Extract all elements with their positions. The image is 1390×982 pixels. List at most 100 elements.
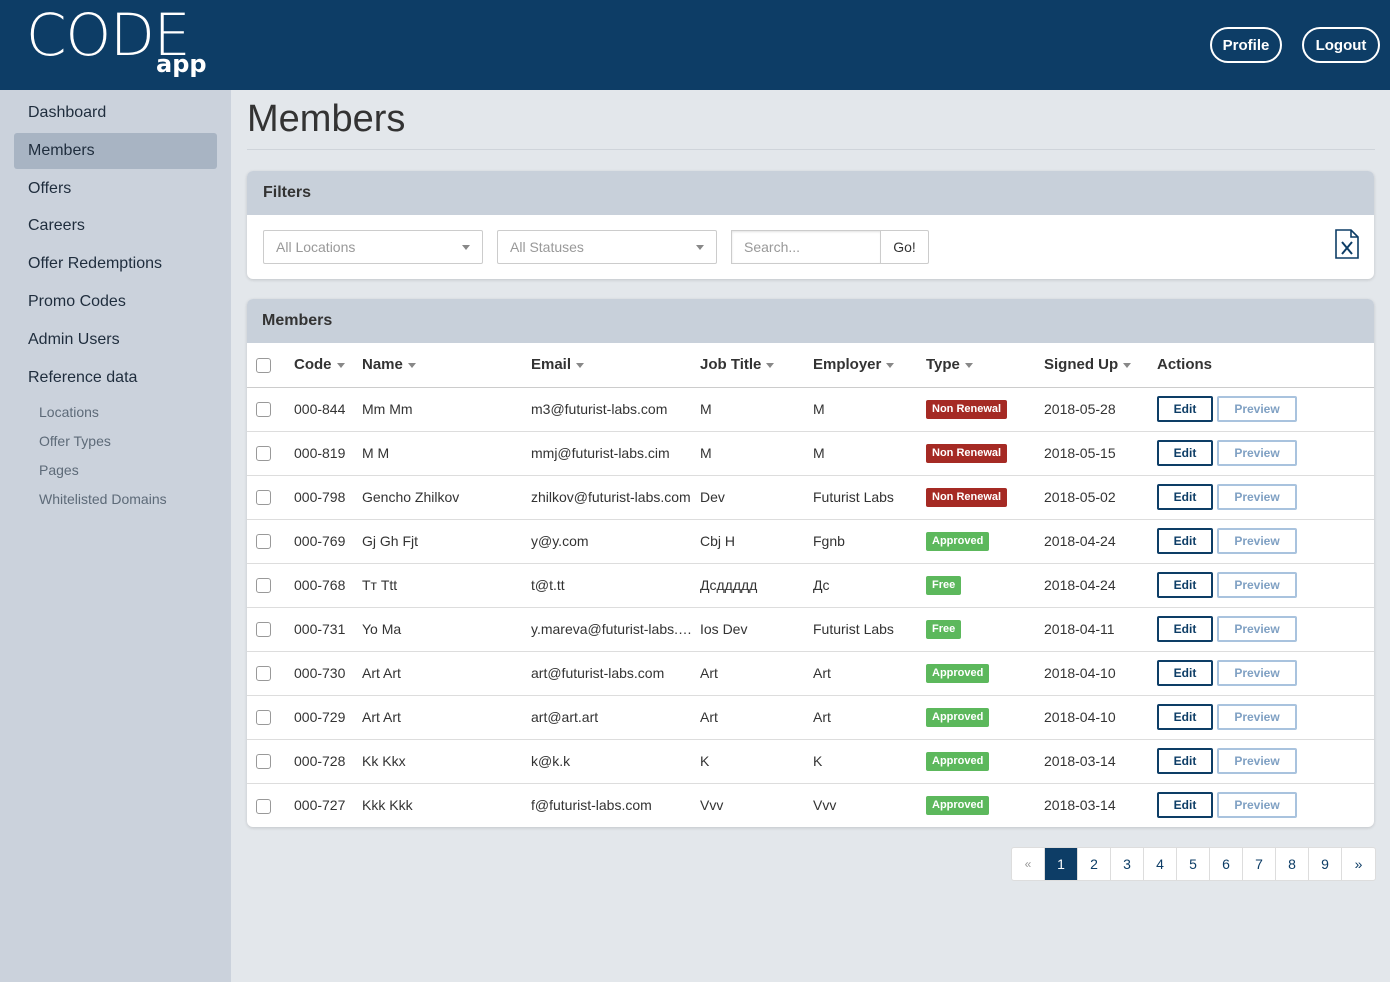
column-label: Job Title xyxy=(700,356,762,374)
member-name: Gj Gh Fjt xyxy=(362,519,531,564)
column-label: Employer xyxy=(813,356,882,374)
members-panel: Members Code Name Email Job Title Employ… xyxy=(247,299,1374,827)
pagination-prev[interactable]: « xyxy=(1012,848,1045,880)
table-row: 000-798 Gencho Zhilkov zhilkov@futurist-… xyxy=(247,475,1374,520)
member-type-cell: Approved xyxy=(926,519,1044,564)
pagination-page[interactable]: 5 xyxy=(1177,848,1210,880)
sidebar-item-promo-codes[interactable]: Promo Codes xyxy=(14,284,217,320)
preview-button[interactable]: Preview xyxy=(1217,572,1297,598)
column-header-job-title[interactable]: Job Title xyxy=(700,343,813,388)
excel-export-icon[interactable] xyxy=(1335,229,1359,259)
row-checkbox[interactable] xyxy=(256,490,271,506)
pagination-page[interactable]: 3 xyxy=(1111,848,1144,880)
pagination: «1 2 3 4 5 6 7 8 9» xyxy=(1011,847,1376,881)
search-input[interactable] xyxy=(731,230,881,264)
row-select-cell xyxy=(247,651,294,696)
preview-button[interactable]: Preview xyxy=(1217,660,1297,686)
row-actions: Edit Preview xyxy=(1157,563,1374,608)
table-row: 000-728 Kk Kkx k@k.k K K Approved 2018-0… xyxy=(247,739,1374,784)
pagination-page[interactable]: 6 xyxy=(1210,848,1243,880)
statuses-select[interactable]: All Statuses xyxy=(497,230,717,264)
sidebar-item-careers[interactable]: Careers xyxy=(14,208,217,244)
column-header-signed-up[interactable]: Signed Up xyxy=(1044,343,1157,388)
pagination-next[interactable]: » xyxy=(1342,848,1375,880)
preview-button[interactable]: Preview xyxy=(1217,616,1297,642)
top-navbar: CODE app Profile Logout xyxy=(0,0,1390,90)
sidebar-item-reference-data[interactable]: Reference data xyxy=(14,360,217,396)
row-checkbox[interactable] xyxy=(256,754,271,770)
pagination-page[interactable]: 9 xyxy=(1309,848,1342,880)
preview-button[interactable]: Preview xyxy=(1217,528,1297,554)
preview-button[interactable]: Preview xyxy=(1217,748,1297,774)
sort-icon xyxy=(1123,362,1132,368)
edit-button[interactable]: Edit xyxy=(1157,660,1213,686)
member-employer: M xyxy=(813,387,926,432)
table-row: 000-729 Art Art art@art.art Art Art Appr… xyxy=(247,695,1374,740)
search-go-button[interactable]: Go! xyxy=(880,230,929,264)
member-job-title: Ios Dev xyxy=(700,607,813,652)
column-header-email[interactable]: Email xyxy=(531,343,700,388)
locations-select[interactable]: All Locations xyxy=(263,230,483,264)
member-code: 000-798 xyxy=(294,475,362,520)
sort-icon xyxy=(964,362,973,368)
edit-button[interactable]: Edit xyxy=(1157,440,1213,466)
member-name: Yo Ma xyxy=(362,607,531,652)
row-checkbox[interactable] xyxy=(256,402,271,418)
row-checkbox[interactable] xyxy=(256,446,271,462)
pagination-page[interactable]: 1 xyxy=(1045,848,1078,880)
pagination-page[interactable]: 8 xyxy=(1276,848,1309,880)
column-header-name[interactable]: Name xyxy=(362,343,531,388)
member-code: 000-768 xyxy=(294,563,362,608)
preview-button[interactable]: Preview xyxy=(1217,792,1297,819)
sidebar-subitem-pages[interactable]: Pages xyxy=(39,462,79,478)
edit-button[interactable]: Edit xyxy=(1157,748,1213,774)
row-checkbox[interactable] xyxy=(256,666,271,682)
edit-button[interactable]: Edit xyxy=(1157,572,1213,598)
sidebar-item-dashboard[interactable]: Dashboard xyxy=(14,95,217,131)
column-header-type[interactable]: Type xyxy=(926,343,1044,388)
logo[interactable]: CODE app xyxy=(26,6,207,78)
row-checkbox[interactable] xyxy=(256,534,271,550)
column-header-employer[interactable]: Employer xyxy=(813,343,926,388)
sidebar-subitem-locations[interactable]: Locations xyxy=(39,404,99,420)
preview-button[interactable]: Preview xyxy=(1217,704,1297,730)
edit-button[interactable]: Edit xyxy=(1157,616,1213,642)
member-email: y@y.com xyxy=(531,519,700,564)
sidebar-subitem-whitelisted-domains[interactable]: Whitelisted Domains xyxy=(39,491,167,507)
filters-heading: Filters xyxy=(247,171,1374,215)
sidebar-item-admin-users[interactable]: Admin Users xyxy=(14,322,217,358)
row-checkbox[interactable] xyxy=(256,798,271,814)
row-actions: Edit Preview xyxy=(1157,651,1374,696)
filters-panel: Filters All Locations All Statuses Go! xyxy=(247,171,1374,279)
row-actions: Edit Preview xyxy=(1157,607,1374,652)
members-table: Code Name Email Job Title Employer Type … xyxy=(247,343,1374,827)
pagination-page[interactable]: 4 xyxy=(1144,848,1177,880)
edit-button[interactable]: Edit xyxy=(1157,792,1213,819)
member-code: 000-844 xyxy=(294,387,362,432)
table-row: 000-731 Yo Ma y.mareva@futurist-labs.com… xyxy=(247,607,1374,652)
preview-button[interactable]: Preview xyxy=(1217,396,1297,422)
member-email: y.mareva@futurist-labs.com xyxy=(531,607,700,652)
sidebar-item-offer-redemptions[interactable]: Offer Redemptions xyxy=(14,246,217,282)
edit-button[interactable]: Edit xyxy=(1157,484,1213,510)
select-all-checkbox[interactable] xyxy=(256,357,271,373)
sidebar-item-offers[interactable]: Offers xyxy=(14,171,217,207)
pagination-page[interactable]: 7 xyxy=(1243,848,1276,880)
sidebar-item-members[interactable]: Members xyxy=(14,133,217,169)
edit-button[interactable]: Edit xyxy=(1157,396,1213,422)
row-checkbox[interactable] xyxy=(256,710,271,726)
column-header-code[interactable]: Code xyxy=(294,343,362,388)
member-email: k@k.k xyxy=(531,739,700,784)
row-checkbox[interactable] xyxy=(256,622,271,638)
column-label: Code xyxy=(294,356,332,374)
sidebar-subitem-offer-types[interactable]: Offer Types xyxy=(39,433,111,449)
pagination-page[interactable]: 2 xyxy=(1078,848,1111,880)
row-checkbox[interactable] xyxy=(256,578,271,594)
edit-button[interactable]: Edit xyxy=(1157,528,1213,554)
preview-button[interactable]: Preview xyxy=(1217,440,1297,466)
profile-button[interactable]: Profile xyxy=(1210,27,1282,63)
members-heading: Members xyxy=(247,299,1374,343)
logout-button[interactable]: Logout xyxy=(1302,27,1380,63)
preview-button[interactable]: Preview xyxy=(1217,484,1297,510)
edit-button[interactable]: Edit xyxy=(1157,704,1213,730)
